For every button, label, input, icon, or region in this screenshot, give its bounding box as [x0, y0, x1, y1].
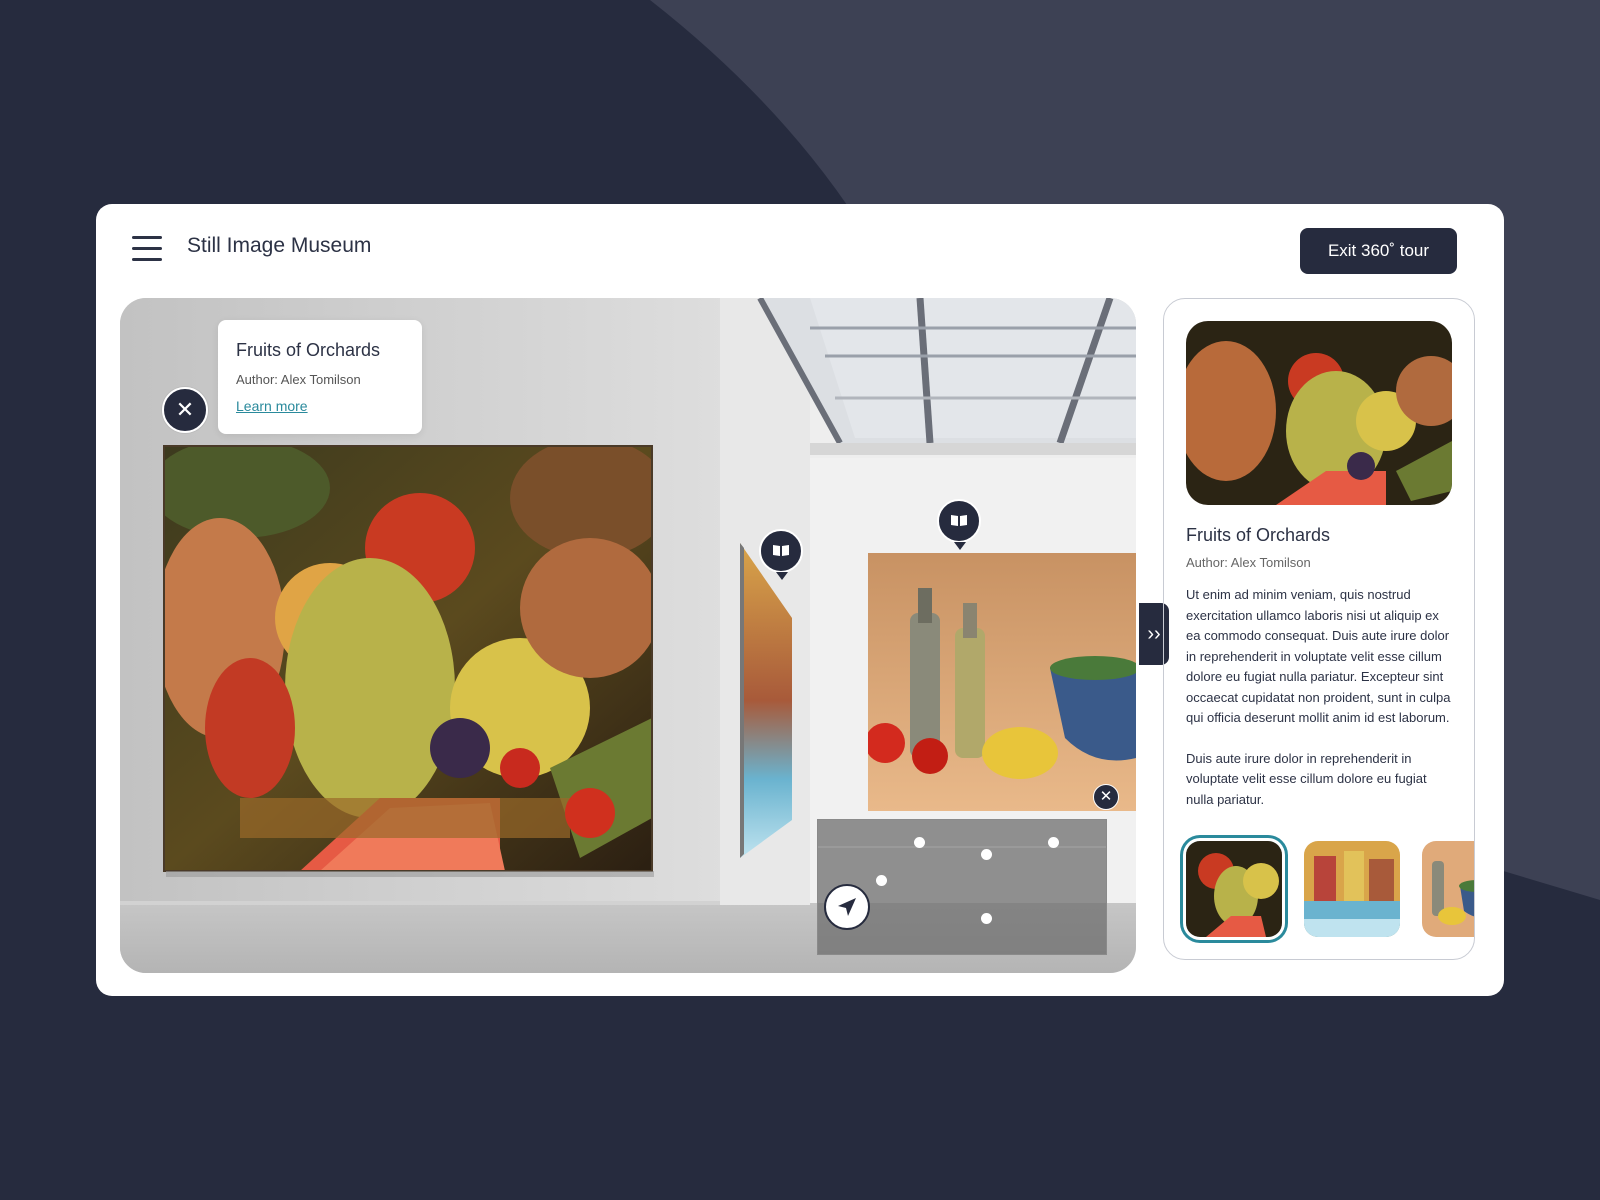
artwork-popup: Fruits of Orchards Author: Alex Tomilson… — [218, 320, 422, 434]
minimap-wall — [818, 846, 1106, 848]
popup-title: Fruits of Orchards — [236, 340, 381, 360]
fruit-painting[interactable] — [150, 438, 670, 871]
minimap-point[interactable] — [1048, 837, 1059, 848]
book-icon[interactable] — [759, 529, 803, 580]
tour-viewport[interactable]: Fruits of Orchards Author: Alex Tomilson… — [120, 298, 1136, 973]
bottles-painting[interactable] — [865, 553, 1136, 811]
learn-more-link[interactable]: Learn more — [236, 398, 308, 414]
minimap-point[interactable] — [981, 849, 992, 860]
thumbnail-bottles[interactable] — [1422, 841, 1474, 937]
description-paragraph: Duis aute irure dolor in reprehenderit i… — [1186, 750, 1427, 807]
thumbnail-canal[interactable] — [1304, 841, 1400, 937]
minimap-point[interactable] — [981, 913, 992, 924]
description-paragraph: Ut enim ad minim veniam, quis nostrud ex… — [1186, 587, 1451, 725]
panel-description: Ut enim ad minim veniam, quis nostrud ex… — [1186, 585, 1454, 830]
artwork-detail-panel: Fruits of Orchards Author: Alex Tomilson… — [1163, 298, 1475, 960]
panel-title: Fruits of Orchards — [1186, 525, 1331, 545]
panel-author: Author: Alex Tomilson — [1186, 555, 1311, 570]
close-icon[interactable]: ✕ — [162, 387, 208, 433]
app-title: Still Image Museum — [187, 234, 372, 257]
app-window: Still Image Museum Exit 360˚ tour Fruits… — [96, 204, 1504, 996]
minimap-point[interactable] — [876, 875, 887, 886]
minimap-point[interactable] — [914, 837, 925, 848]
close-icon[interactable]: ✕ — [1093, 784, 1119, 810]
book-icon[interactable] — [937, 499, 981, 550]
navigation-arrow-icon[interactable] — [824, 884, 870, 930]
minimap[interactable] — [817, 819, 1107, 955]
exit-tour-button[interactable]: Exit 360˚ tour — [1300, 228, 1457, 274]
artwork-hero-image — [1186, 321, 1452, 505]
thumbnail-fruits[interactable] — [1186, 841, 1282, 937]
popup-author: Author: Alex Tomilson — [236, 372, 361, 387]
hamburger-menu-icon[interactable] — [132, 236, 162, 262]
